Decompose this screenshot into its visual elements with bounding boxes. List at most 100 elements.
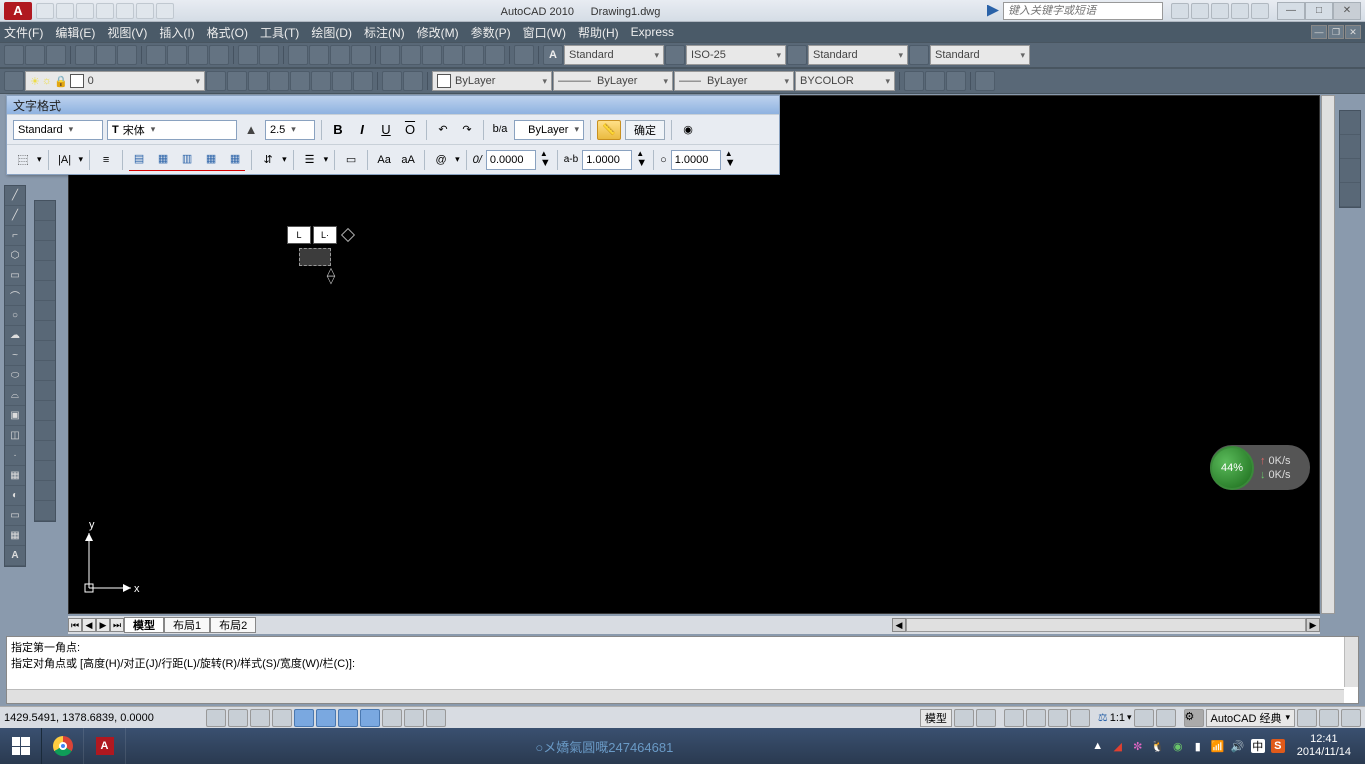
stretch-icon[interactable] [35,361,55,381]
pan-status-icon[interactable] [1004,709,1024,727]
utilities-icon[interactable] [975,71,995,91]
table-icon[interactable]: ▦ [5,526,25,546]
fillet-icon[interactable] [35,481,55,501]
layer-manager-icon[interactable] [4,71,24,91]
help-icon[interactable] [514,45,534,65]
qat-open-icon[interactable] [56,3,74,19]
key-icon[interactable] [1191,3,1209,19]
align-right-icon[interactable]: ▥ [177,149,197,169]
explode-icon[interactable] [35,501,55,521]
array-icon[interactable] [35,281,55,301]
sc-button[interactable] [426,709,446,727]
minimize-button[interactable]: — [1277,2,1305,20]
qat-undo-icon[interactable] [96,3,114,19]
underline-button[interactable]: U [376,120,396,140]
clock[interactable]: 12:41 2014/11/14 [1291,733,1357,759]
redo-icon[interactable] [259,45,279,65]
print-icon[interactable] [75,45,95,65]
align-center-icon[interactable]: ▦ [153,149,173,169]
mdi-minimize-button[interactable]: — [1311,25,1327,39]
tray-qq-icon[interactable]: 🐧 [1151,739,1165,753]
publish-icon[interactable] [117,45,137,65]
insert-field-icon[interactable]: ▭ [341,150,361,170]
qat-print-icon[interactable] [136,3,154,19]
ellipse-arc-icon[interactable]: ⌓ [5,386,25,406]
paste-icon[interactable] [188,45,208,65]
text-style-combo[interactable]: Standard [564,45,664,65]
linetype-icon[interactable] [382,71,402,91]
align-left-icon[interactable]: ▤ [129,149,149,169]
tracking-input[interactable] [582,150,632,170]
dyn-button[interactable] [360,709,380,727]
ok-button[interactable]: 确定 [625,120,665,140]
layer-iso-icon[interactable] [248,71,268,91]
mdi-close-button[interactable]: ✕ [1345,25,1361,39]
zoom-previous-icon[interactable] [351,45,371,65]
ducs-button[interactable] [338,709,358,727]
copy-icon[interactable] [167,45,187,65]
tab-nav-last[interactable]: ⏭ [110,618,124,632]
copy-icon[interactable] [35,221,55,241]
menu-insert[interactable]: 插入(I) [159,24,194,41]
stack-icon[interactable]: b/a [490,120,510,140]
tf-style-combo[interactable]: Standard [13,120,103,140]
save-icon[interactable] [46,45,66,65]
join-icon[interactable] [35,441,55,461]
polygon-icon[interactable]: ⬡ [5,246,25,266]
menu-modify[interactable]: 修改(M) [417,24,459,41]
arc-icon[interactable]: ⌒ [5,286,25,306]
qat-new-icon[interactable] [36,3,54,19]
coords-display[interactable]: 1429.5491, 1378.6839, 0.0000 [4,712,204,724]
quick-view-drawings-icon[interactable] [976,709,996,727]
tray-safe-icon[interactable]: ◉ [1171,739,1185,753]
layer-make-current-icon[interactable] [332,71,352,91]
mtext-icon[interactable]: A [5,546,25,566]
align-justify-icon[interactable]: ▦ [201,149,221,169]
column-grip-icon[interactable] [341,228,355,242]
italic-button[interactable]: I [352,120,372,140]
trim-icon[interactable] [35,381,55,401]
menu-edit[interactable]: 编辑(E) [55,24,95,41]
menu-tools[interactable]: 工具(T) [260,24,299,41]
annotation-scale-icon[interactable]: ⚖ [1098,711,1108,724]
bold-button[interactable]: B [328,120,348,140]
erase-icon[interactable] [35,201,55,221]
open-icon[interactable] [25,45,45,65]
align-distribute-icon[interactable]: ▦ [225,149,245,169]
app-logo[interactable]: A [4,2,32,20]
uppercase-icon[interactable]: Aa [374,150,394,170]
properties-icon[interactable] [380,45,400,65]
tab-model[interactable]: 模型 [124,617,164,633]
vertical-scrollbar[interactable] [1321,95,1335,614]
linetype-combo[interactable]: ———ByLayer [553,71,673,91]
tab-layout2[interactable]: 布局2 [210,617,256,633]
line-spacing-icon[interactable]: ⇵ [258,150,278,170]
task-chrome[interactable] [42,728,84,764]
dim-style-icon[interactable] [665,45,685,65]
zoom-realtime-icon[interactable] [309,45,329,65]
workspace-switching-icon[interactable]: ⚙ [1184,709,1204,727]
annotative-icon[interactable]: ▲ [241,120,261,140]
mirror-icon[interactable] [35,241,55,261]
grid-button[interactable] [228,709,248,727]
block-insert-icon[interactable] [904,71,924,91]
mtext-edit-box[interactable] [299,248,331,266]
layer-uniso-icon[interactable] [269,71,289,91]
color-combo[interactable]: ByLayer [432,71,552,91]
ruler-icon[interactable]: 📏 [597,120,621,140]
ime-indicator[interactable]: 中 [1251,739,1265,753]
layer-off-icon[interactable] [311,71,331,91]
menu-parametric[interactable]: 参数(P) [471,24,511,41]
chamfer-icon[interactable] [35,461,55,481]
lineweight-icon[interactable] [403,71,423,91]
lineweight-combo[interactable]: ——ByLayer [674,71,794,91]
options-icon[interactable]: ◉ [678,120,698,140]
zoom-window-icon[interactable] [330,45,350,65]
tray-up-icon[interactable]: ▲ [1091,739,1105,753]
new-icon[interactable] [4,45,24,65]
symbol-icon[interactable]: @ [431,150,451,170]
close-button[interactable]: ✕ [1333,2,1361,20]
markup-icon[interactable] [464,45,484,65]
qat-redo-icon[interactable] [116,3,134,19]
otrack-button[interactable] [316,709,336,727]
